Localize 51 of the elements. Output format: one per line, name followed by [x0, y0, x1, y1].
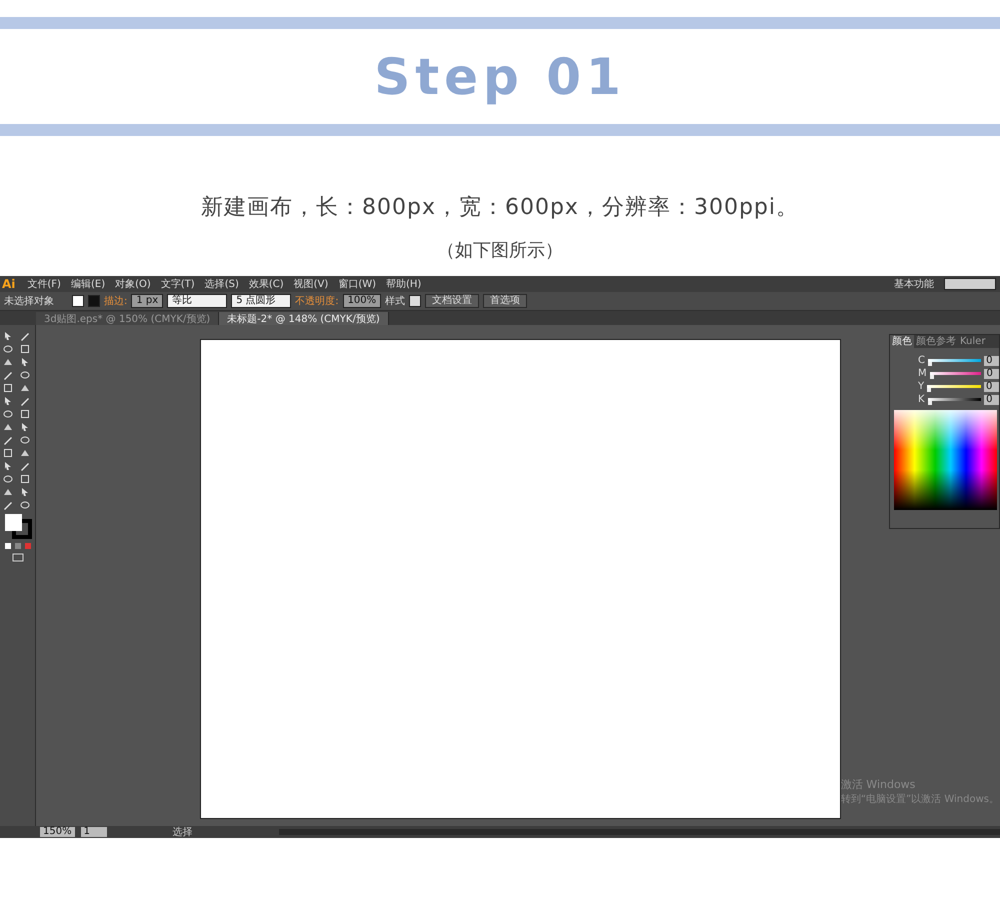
opacity-label[interactable]: 不透明度:: [295, 294, 339, 308]
channel-label: K: [918, 394, 925, 405]
color-spectrum[interactable]: [894, 410, 997, 510]
channel-label: Y: [918, 381, 924, 392]
toolbar-button[interactable]: 首选项: [483, 294, 528, 308]
screen-mode-icon[interactable]: [12, 553, 24, 562]
channel-value[interactable]: 0: [984, 394, 999, 404]
panel-tab[interactable]: Kuler: [958, 335, 988, 348]
artboard-field[interactable]: 1: [80, 827, 107, 837]
menu-item[interactable]: 文件(F): [23, 277, 65, 291]
slider-thumb[interactable]: [928, 401, 932, 405]
stroke-label[interactable]: 描边:: [104, 294, 128, 308]
panel-tab[interactable]: 颜色: [890, 335, 914, 348]
menu-item[interactable]: 编辑(E): [66, 277, 110, 291]
panel-tab[interactable]: 颜色参考: [914, 335, 958, 348]
menu-item[interactable]: 效果(C): [244, 277, 288, 291]
status-text: 选择: [172, 826, 193, 839]
menu-item[interactable]: 文字(T): [156, 277, 199, 291]
brush-field[interactable]: 5 点圆形: [231, 294, 292, 308]
zoom-field[interactable]: 150%: [40, 827, 75, 837]
channel-label: C: [918, 355, 925, 366]
step-title: Step 01: [374, 48, 626, 106]
opacity-field[interactable]: 100%: [342, 294, 382, 308]
workspace-switcher[interactable]: 基本功能: [894, 277, 934, 291]
channel-value[interactable]: 0: [984, 356, 999, 366]
menu-item[interactable]: 帮助(H): [382, 277, 426, 291]
channel-value[interactable]: 0: [984, 368, 999, 378]
search-field[interactable]: [944, 278, 996, 290]
slider-thumb[interactable]: [930, 375, 934, 379]
caption-note: （如下图所示）: [436, 239, 564, 262]
document-tab[interactable]: 未标题-2* @ 148% (CMYK/预览): [219, 312, 389, 325]
app-logo: Ai: [1, 277, 16, 291]
stroke-profile-field[interactable]: 等比: [167, 294, 228, 308]
instruction-text: 新建画布，长：800px，宽：600px，分辨率：300ppi。: [200, 194, 800, 222]
selection-status: 未选择对象: [4, 294, 54, 308]
menu-item[interactable]: 视图(V): [290, 277, 332, 291]
menu-item[interactable]: 对象(O): [111, 277, 155, 291]
color-mode-icon[interactable]: [4, 542, 32, 550]
menu-item[interactable]: 窗口(W): [334, 277, 380, 291]
fill-swatch[interactable]: [72, 295, 84, 307]
slider-thumb[interactable]: [928, 362, 932, 366]
stroke-swatch[interactable]: [88, 295, 100, 307]
slider-thumb[interactable]: [927, 388, 932, 392]
fill-stroke-icon[interactable]: [4, 513, 32, 539]
channel-label: M: [918, 368, 927, 379]
channel-value[interactable]: 0: [984, 382, 999, 392]
style-swatch[interactable]: [409, 295, 422, 307]
menu-item[interactable]: 选择(S): [200, 277, 243, 291]
toolbar-button[interactable]: 文档设置: [425, 294, 480, 308]
style-label: 样式: [385, 294, 406, 308]
stroke-weight-field[interactable]: 1 px: [131, 294, 164, 308]
